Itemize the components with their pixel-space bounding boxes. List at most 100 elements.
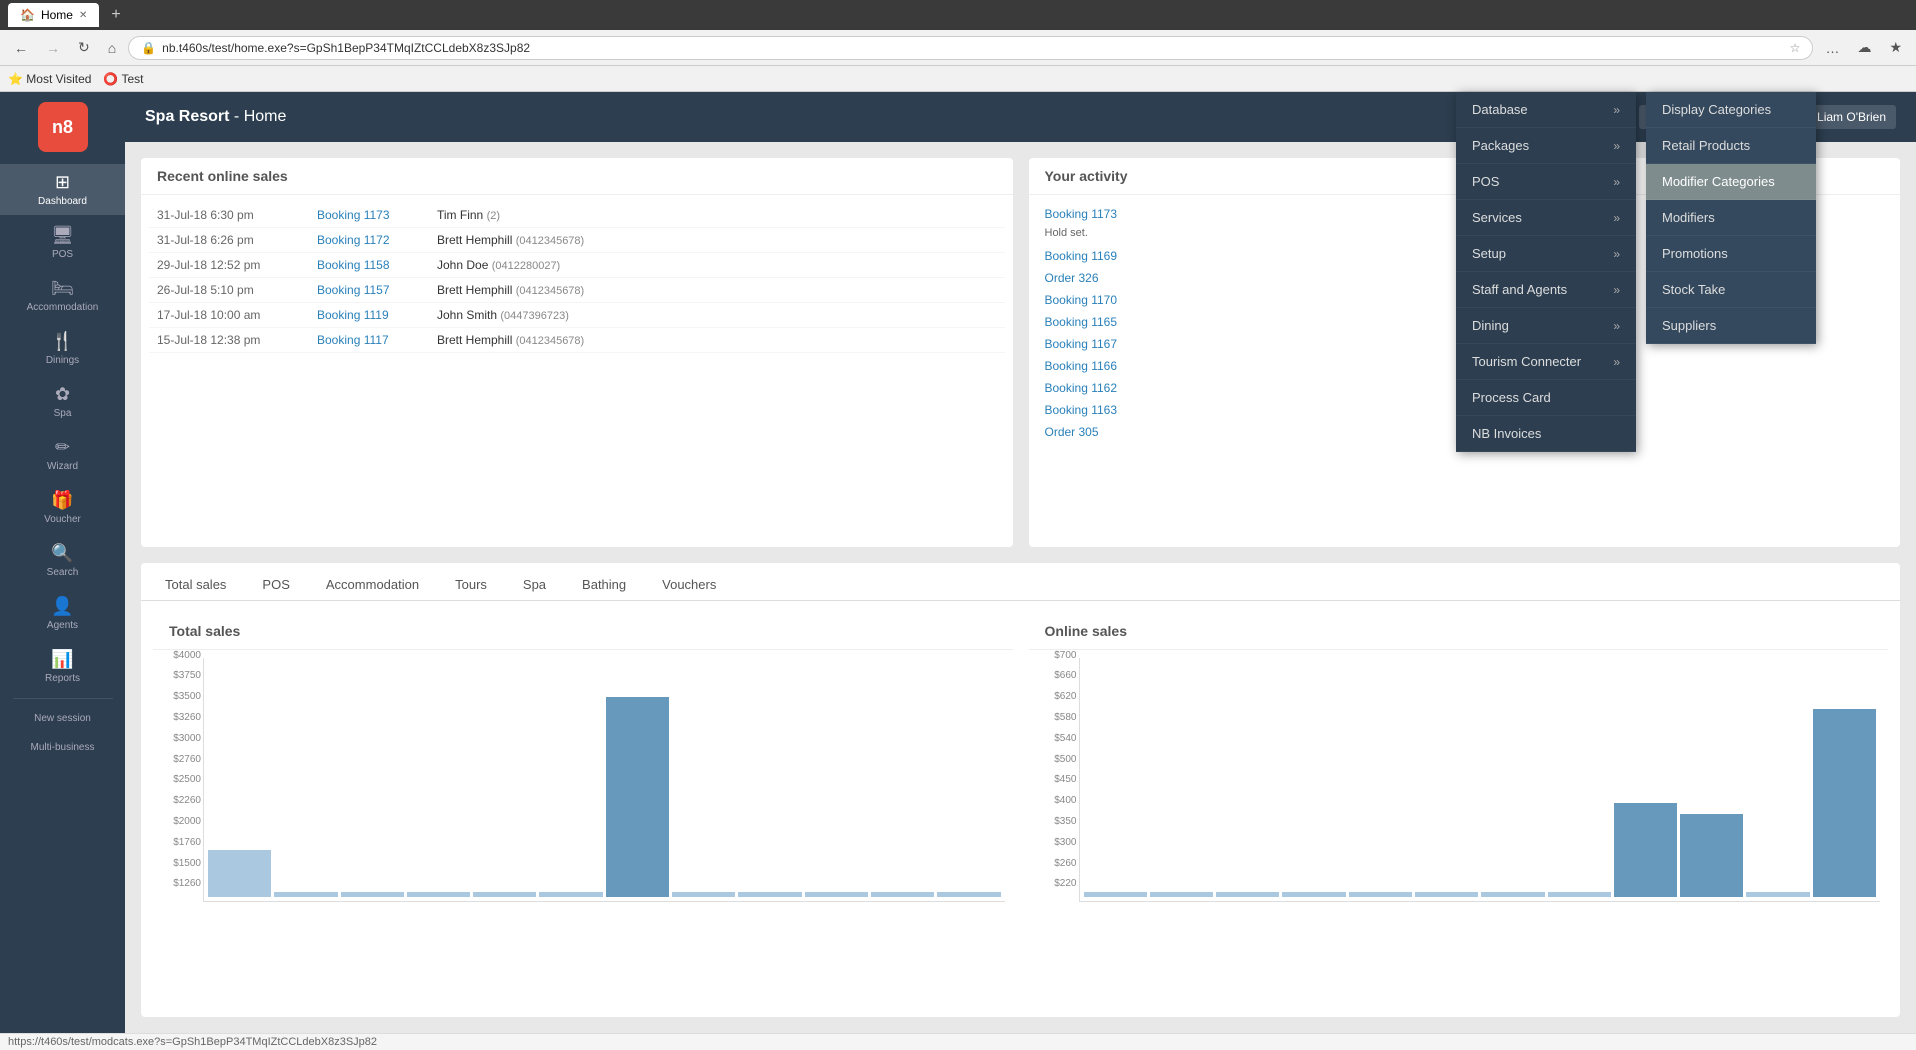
sales-booking-5[interactable]: Booking 1119 — [317, 308, 437, 322]
submenu-item-promotions[interactable]: Promotions — [1646, 236, 1816, 272]
sales-customer-6: Brett Hemphill (0412345678) — [437, 333, 997, 347]
menu-item-services[interactable]: Services » — [1456, 200, 1636, 236]
arrow-icon: » — [1613, 283, 1620, 297]
bar — [1349, 892, 1412, 897]
sales-row-2: 31-Jul-18 6:26 pm Booking 1172 Brett Hem… — [149, 228, 1005, 253]
sidebar-label-new-session: New session — [34, 713, 91, 724]
pos-icon: 🖥 — [51, 225, 74, 246]
browser-tab-home[interactable]: 🏠 Home ✕ — [8, 3, 99, 27]
sidebar-label-search: Search — [47, 567, 79, 578]
sales-booking-2[interactable]: Booking 1172 — [317, 233, 437, 247]
sidebar-item-pos[interactable]: 🖥 POS — [0, 217, 125, 268]
sidebar-item-agents[interactable]: 👤 Agents — [0, 588, 125, 639]
tab-bathing[interactable]: Bathing — [574, 571, 634, 600]
menu-item-tourism[interactable]: Tourism Connecter » — [1456, 344, 1636, 380]
sidebar-item-accommodation[interactable]: 🛏 Accommodation — [0, 270, 125, 321]
sales-booking-6[interactable]: Booking 1117 — [317, 333, 437, 347]
tab-vouchers[interactable]: Vouchers — [654, 571, 724, 600]
submenu-item-suppliers[interactable]: Suppliers — [1646, 308, 1816, 344]
sales-row-3: 29-Jul-18 12:52 pm Booking 1158 John Doe… — [149, 253, 1005, 278]
submenu-item-display-categories[interactable]: Display Categories — [1646, 92, 1816, 128]
menu-item-pos[interactable]: POS » — [1456, 164, 1636, 200]
sidebar-label-accommodation: Accommodation — [27, 302, 99, 313]
sidebar-item-new-session[interactable]: New session — [0, 705, 125, 732]
bar — [1614, 803, 1677, 897]
menu-item-packages[interactable]: Packages » — [1456, 128, 1636, 164]
y-labels-online: $700 $660 $620 $580 $540 $500 $450 $400 … — [1029, 650, 1077, 890]
bookmark-most-visited[interactable]: ⭐ Most Visited — [8, 72, 91, 86]
y-label: $350 — [1029, 816, 1077, 827]
bookmark-test[interactable]: ⭕ Test — [103, 72, 143, 86]
voucher-icon: 🎁 — [51, 490, 73, 511]
star-icon[interactable]: ☆ — [1790, 41, 1801, 55]
sidebar-item-multi-business[interactable]: Multi-business — [0, 734, 125, 761]
sidebar-label-dashboard: Dashboard — [38, 196, 87, 207]
reload-btn[interactable]: ↻ — [72, 36, 96, 59]
y-label: $1260 — [153, 878, 201, 889]
sidebar-item-search[interactable]: 🔍 Search — [0, 535, 125, 586]
wizard-icon: ✏ — [55, 437, 70, 458]
forward-btn[interactable]: → — [40, 37, 66, 59]
bar — [274, 892, 337, 897]
bar — [1481, 892, 1544, 897]
bookmarks-bar: ⭐ Most Visited ⭕ Test — [0, 66, 1916, 92]
sidebar-item-spa[interactable]: ✿ Spa — [0, 376, 125, 427]
tab-tours[interactable]: Tours — [447, 571, 495, 600]
bar — [1813, 709, 1876, 897]
app-logo: n8 — [38, 102, 88, 152]
tab-close-btn[interactable]: ✕ — [79, 10, 87, 21]
menu-item-setup[interactable]: Setup » — [1456, 236, 1636, 272]
menu-item-database[interactable]: Database » — [1456, 92, 1636, 128]
sidebar-label-agents: Agents — [47, 620, 78, 631]
bar — [1415, 892, 1478, 897]
bookmark-btn[interactable]: ★ — [1883, 36, 1908, 59]
y-label: $700 — [1029, 650, 1077, 661]
y-labels-total: $4000 $3750 $3500 $3260 $3000 $2760 $250… — [153, 650, 201, 890]
tab-total-sales[interactable]: Total sales — [157, 571, 234, 600]
sales-booking-1[interactable]: Booking 1173 — [317, 208, 437, 222]
sales-booking-3[interactable]: Booking 1158 — [317, 258, 437, 272]
menu-item-process-card[interactable]: Process Card — [1456, 380, 1636, 416]
sidebar-item-dinings[interactable]: 🍴 Dinings — [0, 323, 125, 374]
bar — [1084, 892, 1147, 897]
username-btn[interactable]: Liam O'Brien — [1807, 105, 1896, 129]
sales-customer-1: Tim Finn (2) — [437, 208, 997, 222]
sidebar-item-voucher[interactable]: 🎁 Voucher — [0, 482, 125, 533]
app-title: Spa Resort - Home — [145, 108, 1639, 126]
y-label: $3000 — [153, 733, 201, 744]
submenu-item-modifier-categories[interactable]: Modifier Categories — [1646, 164, 1816, 200]
sidebar-item-reports[interactable]: 📊 Reports — [0, 641, 125, 692]
sales-booking-4[interactable]: Booking 1157 — [317, 283, 437, 297]
y-label: $260 — [1029, 858, 1077, 869]
menu-item-nb-invoices[interactable]: NB Invoices — [1456, 416, 1636, 452]
address-bar[interactable]: 🔒 nb.t460s/test/home.exe?s=GpSh1BepP34TM… — [128, 36, 1813, 60]
bars-total — [203, 658, 1005, 902]
sidebar-label-pos: POS — [52, 249, 73, 260]
bar — [341, 892, 404, 897]
new-tab-btn[interactable]: + — [107, 6, 124, 24]
dashboard-icon: ⊞ — [55, 172, 70, 193]
sidebar-label-wizard: Wizard — [47, 461, 78, 472]
sync-btn[interactable]: ☁ — [1851, 36, 1877, 59]
sidebar-item-dashboard[interactable]: ⊞ Dashboard — [0, 164, 125, 215]
sidebar-item-wizard[interactable]: ✏ Wizard — [0, 429, 125, 480]
extensions-btn[interactable]: … — [1819, 37, 1845, 59]
reports-icon: 📊 — [51, 649, 73, 670]
menu-item-dining[interactable]: Dining » — [1456, 308, 1636, 344]
online-sales-chart: Online sales $700 $660 $620 $580 $540 $5… — [1029, 613, 1889, 910]
y-label: $2260 — [153, 795, 201, 806]
home-btn[interactable]: ⌂ — [102, 37, 122, 59]
back-btn[interactable]: ← — [8, 37, 34, 59]
accommodation-icon: 🛏 — [51, 278, 74, 299]
menu-item-staff-agents[interactable]: Staff and Agents » — [1456, 272, 1636, 308]
submenu-item-retail-products[interactable]: Retail Products — [1646, 128, 1816, 164]
sales-date-6: 15-Jul-18 12:38 pm — [157, 333, 317, 347]
ssl-icon: 🔒 — [141, 41, 156, 55]
tab-accommodation[interactable]: Accommodation — [318, 571, 427, 600]
submenu-item-stock-take[interactable]: Stock Take — [1646, 272, 1816, 308]
bar — [407, 892, 470, 897]
y-label: $4000 — [153, 650, 201, 661]
tab-pos[interactable]: POS — [254, 571, 297, 600]
tab-spa[interactable]: Spa — [515, 571, 554, 600]
submenu-item-modifiers[interactable]: Modifiers — [1646, 200, 1816, 236]
